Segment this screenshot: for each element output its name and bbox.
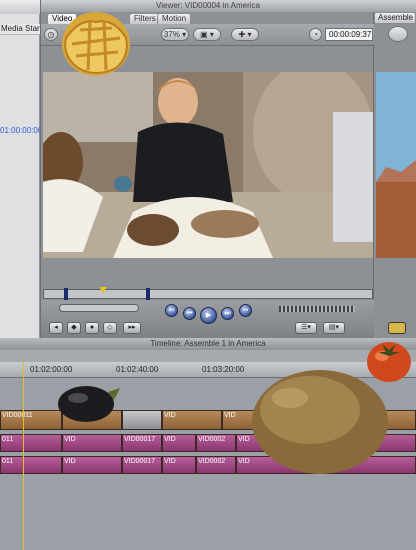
audio-clip[interactable]: VID00017 (122, 434, 162, 452)
overlay-dropdown[interactable]: ✚ ▾ (231, 28, 259, 41)
zoom-dropdown[interactable]: 37% ▾ (161, 28, 189, 41)
clip-label: VID (64, 436, 76, 443)
browser-timecode: 01:00:00:00 (0, 126, 43, 135)
empty-track-area (0, 478, 416, 550)
generator-icon[interactable]: ▤▾ (323, 322, 345, 334)
clip-label: VID (238, 436, 250, 443)
ruler-label: 01:03:20:00 (202, 365, 245, 374)
kiwi-overlay-image (250, 368, 390, 476)
canvas-window: Assemble (374, 0, 416, 338)
view-options-icon[interactable]: ☰▾ (295, 322, 317, 334)
timeline-playhead[interactable] (23, 362, 24, 550)
pasta-overlay-image (60, 8, 132, 78)
clip-label: VID (164, 436, 176, 443)
scrubber-bar[interactable] (43, 287, 373, 300)
play-icon[interactable]: ▶ (200, 307, 217, 324)
clip-label: VID (224, 412, 236, 419)
tab-assemble[interactable]: Assemble (374, 12, 416, 24)
canvas-title-bar (374, 0, 416, 12)
add-keyframe-icon[interactable]: ◇ (103, 322, 117, 334)
audio-clip[interactable]: VID (162, 434, 196, 452)
canvas-video-frame (376, 72, 416, 258)
video-clip-thumbnail[interactable] (122, 410, 162, 430)
timecode-field[interactable]: 00:00:09:37 (325, 28, 373, 41)
mark-in-icon[interactable]: ◆ (67, 322, 81, 334)
clip-label: VID00017 (124, 458, 156, 465)
clip-label: VID0002 (198, 458, 226, 465)
video-clip[interactable]: VID (162, 410, 222, 430)
match-frame-icon[interactable]: ◂ (49, 322, 63, 334)
playhead-marker[interactable] (99, 287, 107, 293)
audio-clip[interactable]: VID (62, 456, 122, 474)
clip-label: 011 (2, 458, 14, 465)
next-edit-icon[interactable]: ⏭ (221, 307, 234, 320)
audio-clip[interactable]: VID (162, 456, 196, 474)
tab-motion[interactable]: Motion (157, 13, 192, 24)
clip-label: VID (164, 458, 176, 465)
ruler-label: 01:02:40:00 (116, 365, 159, 374)
audio-clip[interactable]: VID0002 (196, 456, 236, 474)
transport-controls: ↤ ⏮ ▶ ⏭ ↦ ◂ ◆ ● ◇ ▸▸ ☰▾ ▤▾ (41, 300, 375, 338)
mark-out-icon[interactable]: ▸▸ (123, 322, 141, 334)
browser-panel: Media Start 01:00:00:00 (0, 0, 43, 338)
audio-clip[interactable]: VID00017 (122, 456, 162, 474)
clip-label: VID0002 (198, 436, 226, 443)
clip-label: VID00011 (2, 412, 33, 419)
play-in-to-out-icon[interactable]: ↤ (165, 304, 178, 317)
ruler-label: 01:02:00:00 (30, 365, 73, 374)
play-around-icon[interactable]: ↦ (239, 304, 252, 317)
jog-control[interactable] (279, 306, 355, 312)
video-frame (43, 72, 373, 258)
clock-icon[interactable]: ◷ (44, 28, 58, 41)
clip-label: VID00017 (124, 436, 156, 443)
eggplant-overlay-image (56, 380, 122, 426)
out-point-marker[interactable] (146, 288, 150, 300)
mark-clip-icon[interactable]: ● (85, 322, 99, 334)
tab-filters[interactable]: Filters (129, 13, 161, 24)
zoom-value: 37% (163, 30, 180, 39)
shuttle-slider[interactable] (59, 304, 139, 312)
audio-clip[interactable]: 011 (0, 456, 62, 474)
video-clip[interactable]: VID00011 (0, 410, 62, 430)
video-image (43, 72, 373, 258)
in-point-marker[interactable] (64, 288, 68, 300)
browser-header (0, 0, 40, 14)
audio-clip[interactable]: 011 (0, 434, 62, 452)
timer-icon[interactable]: ◔ (309, 28, 322, 41)
audio-clip[interactable]: VID (62, 434, 122, 452)
audio-clip[interactable]: VID0002 (196, 434, 236, 452)
clip-label: VID (64, 458, 76, 465)
canvas-image (376, 72, 416, 258)
view-mode-dropdown[interactable]: ▣ ▾ (193, 28, 221, 41)
timeline-title: Timeline: Assemble 1 in America (0, 338, 416, 350)
canvas-clock-icon[interactable] (388, 26, 408, 42)
timeline-tabs-bar (0, 350, 416, 362)
clip-label: VID (238, 458, 250, 465)
canvas-button-icon[interactable] (388, 322, 406, 334)
clip-label: VID (164, 412, 176, 419)
column-header-media-start[interactable]: Media Start (0, 24, 40, 35)
previous-edit-icon[interactable]: ⏮ (183, 307, 196, 320)
clip-label: 011 (2, 436, 14, 443)
